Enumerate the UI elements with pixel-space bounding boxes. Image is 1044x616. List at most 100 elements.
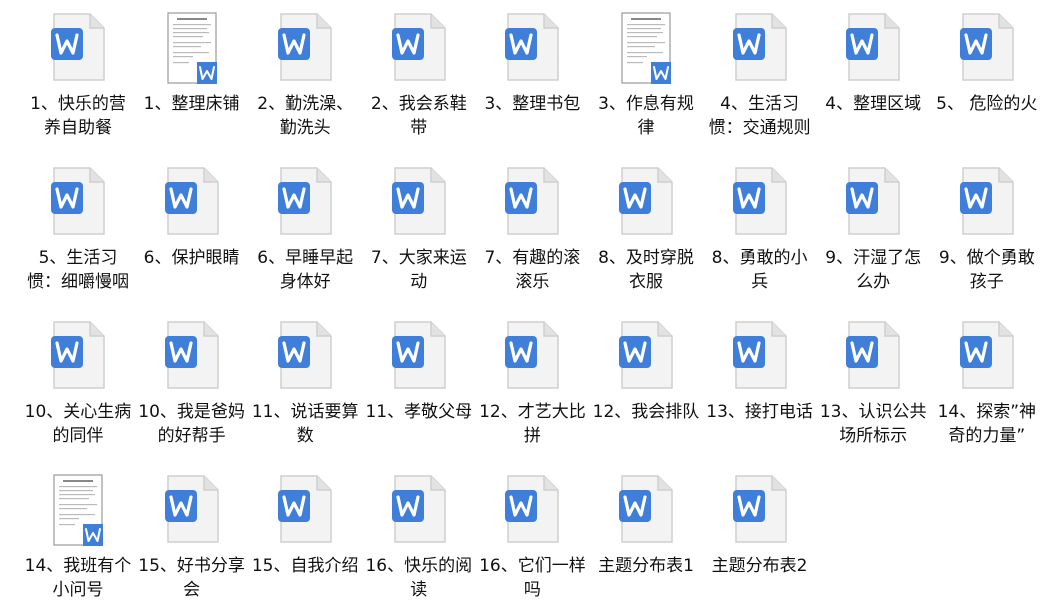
file-item[interactable]: 10、我是爸妈的好帮手 [136, 312, 248, 462]
file-icon [590, 474, 702, 550]
file-name: 2、我会系鞋带 [370, 94, 467, 138]
file-item[interactable]: 8、及时穿脱衣服 [590, 158, 702, 308]
file-name: 3、作息有规律 [598, 94, 694, 138]
file-item[interactable]: 3、整理书包 [476, 4, 588, 154]
file-name: 6、保护眼睛 [143, 248, 240, 268]
file-name: 5、 危险的火 [936, 94, 1038, 114]
file-item[interactable]: 1、快乐的营养自助餐 [22, 4, 134, 154]
file-item[interactable]: 1、整理床铺 [136, 4, 248, 154]
file-item[interactable]: 2、勤洗澡、勤洗头 [249, 4, 361, 154]
word-document-icon [619, 321, 673, 389]
file-item[interactable]: 5、生活习惯：细嚼慢咽 [22, 158, 134, 308]
file-item[interactable]: 13、认识公共场所标示 [817, 312, 929, 462]
file-item[interactable]: 13、接打电话 [704, 312, 816, 462]
word-document-icon [846, 321, 900, 389]
file-name: 13、认识公共场所标示 [819, 402, 927, 446]
file-icon [249, 474, 361, 550]
file-name: 6、早睡早起身体好 [257, 248, 354, 292]
file-item[interactable]: 9、汗湿了怎么办 [817, 158, 929, 308]
file-item[interactable]: 16、快乐的阅读 [363, 466, 475, 616]
word-document-icon [732, 475, 787, 543]
file-item[interactable]: 15、好书分享会 [136, 466, 248, 616]
file-name: 16、快乐的阅读 [365, 556, 473, 600]
file-icon [704, 320, 816, 396]
file-item[interactable]: 9、做个勇敢孩子 [931, 158, 1043, 308]
file-name: 7、有趣的滚滚乐 [484, 248, 581, 292]
word-document-icon [505, 167, 560, 235]
word-document-icon [505, 13, 560, 81]
file-icon [704, 12, 816, 88]
file-name: 14、我班有个小问号 [24, 556, 132, 600]
file-item[interactable]: 2、我会系鞋带 [363, 4, 475, 154]
file-item[interactable]: 12、我会排队 [590, 312, 702, 462]
word-document-icon [732, 13, 787, 81]
file-item[interactable]: 8、勇敢的小兵 [704, 158, 816, 308]
word-document-icon [278, 475, 332, 543]
file-icon [476, 320, 588, 396]
file-item[interactable]: 11、说话要算数 [249, 312, 361, 462]
file-icon [476, 166, 588, 242]
file-item[interactable]: 7、大家来运动 [363, 158, 475, 308]
file-name: 1、快乐的营养自助餐 [30, 94, 126, 138]
file-item[interactable]: 主题分布表2 [704, 466, 816, 616]
file-icon [704, 166, 816, 242]
file-name: 10、我是爸妈的好帮手 [138, 402, 245, 446]
file-icon [363, 320, 475, 396]
file-icon [249, 12, 361, 88]
file-name: 主题分布表2 [711, 556, 808, 576]
file-item[interactable]: 14、探索”神奇的力量” [931, 312, 1043, 462]
file-item[interactable]: 12、才艺大比拼 [476, 312, 588, 462]
file-item[interactable]: 15、自我介绍 [249, 466, 361, 616]
file-name: 11、孝敬父母 [365, 402, 473, 422]
file-item[interactable]: 4、整理区域 [817, 4, 929, 154]
file-item[interactable]: 6、保护眼睛 [136, 158, 248, 308]
word-document-icon [278, 167, 332, 235]
file-icon [817, 320, 929, 396]
word-document-icon [164, 475, 219, 543]
file-item[interactable]: 5、 危险的火 [931, 4, 1043, 154]
file-icon [931, 166, 1043, 242]
word-document-icon [164, 167, 219, 235]
file-icon [136, 166, 248, 242]
word-document-icon [391, 167, 446, 235]
file-name: 8、勇敢的小兵 [711, 248, 808, 292]
file-name: 15、自我介绍 [251, 556, 359, 576]
file-icon [476, 12, 588, 88]
file-name: 3、整理书包 [484, 94, 581, 114]
file-item[interactable]: 7、有趣的滚滚乐 [476, 158, 588, 308]
word-document-icon [619, 475, 673, 543]
file-item[interactable]: 4、生活习惯：交通规则 [704, 4, 816, 154]
file-icon [22, 320, 134, 396]
word-document-icon [51, 167, 105, 235]
file-icon [136, 320, 248, 396]
word-document-icon [505, 321, 560, 389]
file-icon [249, 166, 361, 242]
document-thumbnail-icon [166, 12, 217, 84]
document-thumbnail [590, 12, 702, 88]
file-item[interactable]: 11、孝敬父母 [363, 312, 475, 462]
file-icon [817, 166, 929, 242]
file-item[interactable]: 3、作息有规律 [590, 4, 702, 154]
file-item[interactable]: 6、早睡早起身体好 [249, 158, 361, 308]
file-icon [249, 320, 361, 396]
file-name: 4、生活习惯：交通规则 [708, 94, 811, 138]
file-name: 1、整理床铺 [143, 94, 240, 114]
word-document-icon [846, 167, 900, 235]
file-item[interactable]: 10、关心生病的同伴 [22, 312, 134, 462]
file-item[interactable]: 16、它们一样吗 [476, 466, 588, 616]
word-document-icon [391, 475, 446, 543]
document-thumbnail-icon [53, 474, 103, 546]
word-document-icon [505, 475, 560, 543]
word-document-icon [51, 321, 105, 389]
file-item[interactable]: 主题分布表1 [590, 466, 702, 616]
file-name: 12、才艺大比拼 [479, 402, 586, 446]
file-icon [590, 320, 702, 396]
file-item[interactable]: 14、我班有个小问号 [22, 466, 134, 616]
file-name: 9、汗湿了怎么办 [825, 248, 922, 292]
file-icon [590, 166, 702, 242]
file-name: 10、关心生病的同伴 [24, 402, 132, 446]
file-icon [476, 474, 588, 550]
word-document-icon [846, 13, 900, 81]
word-document-icon [959, 13, 1014, 81]
file-name: 14、探索”神奇的力量” [937, 402, 1037, 446]
